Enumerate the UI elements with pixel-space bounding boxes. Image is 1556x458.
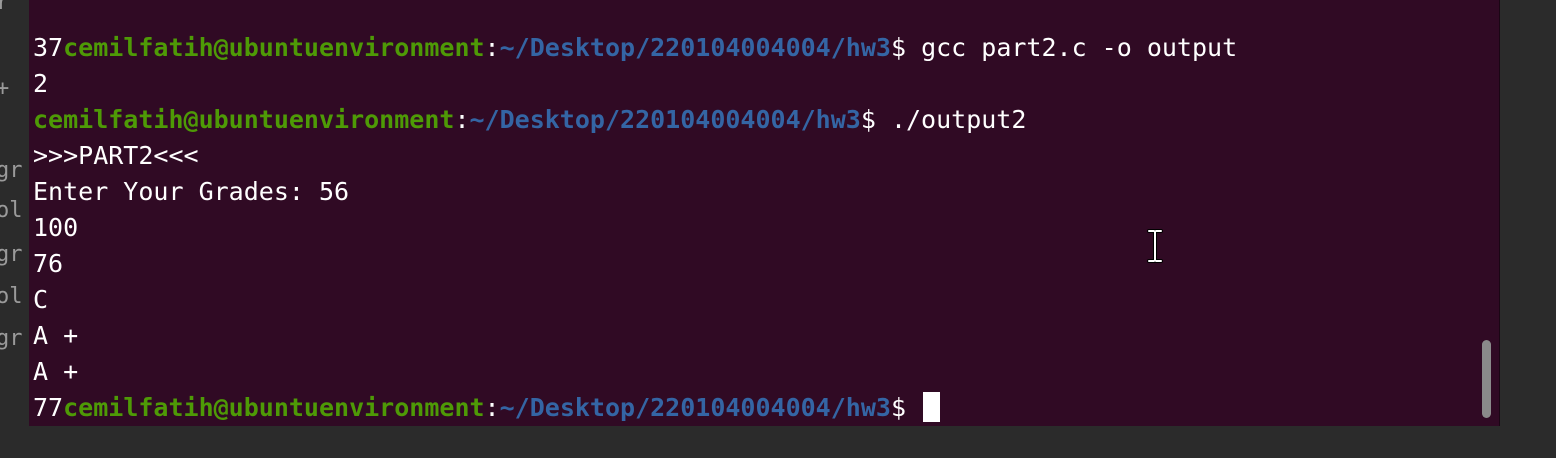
prompt-separator: : xyxy=(484,33,500,62)
fragment-text: gr xyxy=(0,158,23,183)
terminal-output[interactable]: 37cemilfatih@ubuntuenvironment:~/Desktop… xyxy=(33,30,1475,426)
background-editor-fragment: r + gr ol gr ol gr xyxy=(0,0,30,458)
terminal-line: 77cemilfatih@ubuntuenvironment:~/Desktop… xyxy=(33,390,1475,426)
terminal-line: cemilfatih@ubuntuenvironment:~/Desktop/2… xyxy=(33,102,1475,138)
terminal-line: A + xyxy=(33,321,79,350)
line-prefix: 77 xyxy=(33,393,64,422)
terminal-line: A + xyxy=(33,357,79,386)
prompt-separator: : xyxy=(484,393,500,422)
terminal-window[interactable]: 37cemilfatih@ubuntuenvironment:~/Desktop… xyxy=(29,0,1500,427)
fragment-text: gr xyxy=(0,326,23,351)
prompt-separator: : xyxy=(454,105,470,134)
fragment-text: r xyxy=(0,0,10,15)
terminal-line: 2 xyxy=(33,69,49,98)
screen: r + gr ol gr ol gr 37cemilfatih@ubuntuen… xyxy=(0,0,1556,458)
prompt-symbol: $ xyxy=(890,33,922,62)
prompt-path: ~/Desktop/220104004004/hw3 xyxy=(499,33,891,62)
terminal-line: C xyxy=(33,285,49,314)
text-cursor-block[interactable] xyxy=(923,392,941,422)
fragment-text: ol xyxy=(0,284,23,309)
scrollbar-thumb[interactable] xyxy=(1482,340,1491,418)
prompt-symbol: $ xyxy=(860,105,891,134)
desktop-background xyxy=(0,426,1556,458)
prompt-user-host: cemilfatih@ubuntuenvironment xyxy=(33,105,455,134)
prompt-user-host: cemilfatih@ubuntuenvironment xyxy=(63,33,485,62)
command-text: gcc part2.c -o output xyxy=(921,33,1238,62)
terminal-line: 100 xyxy=(33,213,79,242)
fragment-text: ol xyxy=(0,198,23,223)
fragment-text: gr xyxy=(0,242,23,267)
command-text: ./output2 xyxy=(890,105,1027,134)
line-prefix: 37 xyxy=(33,33,64,62)
prompt-path: ~/Desktop/220104004004/hw3 xyxy=(469,105,861,134)
terminal-line: 76 xyxy=(33,249,64,278)
i-beam-icon xyxy=(1147,229,1163,263)
fragment-text: + xyxy=(0,76,10,101)
terminal-line: 37cemilfatih@ubuntuenvironment:~/Desktop… xyxy=(33,30,1475,66)
terminal-line: Enter Your Grades: 56 xyxy=(33,177,350,206)
prompt-path: ~/Desktop/220104004004/hw3 xyxy=(499,393,891,422)
terminal-line: >>>PART2<<< xyxy=(33,141,199,170)
prompt-symbol: $ xyxy=(890,393,922,422)
prompt-user-host: cemilfatih@ubuntuenvironment xyxy=(63,393,485,422)
